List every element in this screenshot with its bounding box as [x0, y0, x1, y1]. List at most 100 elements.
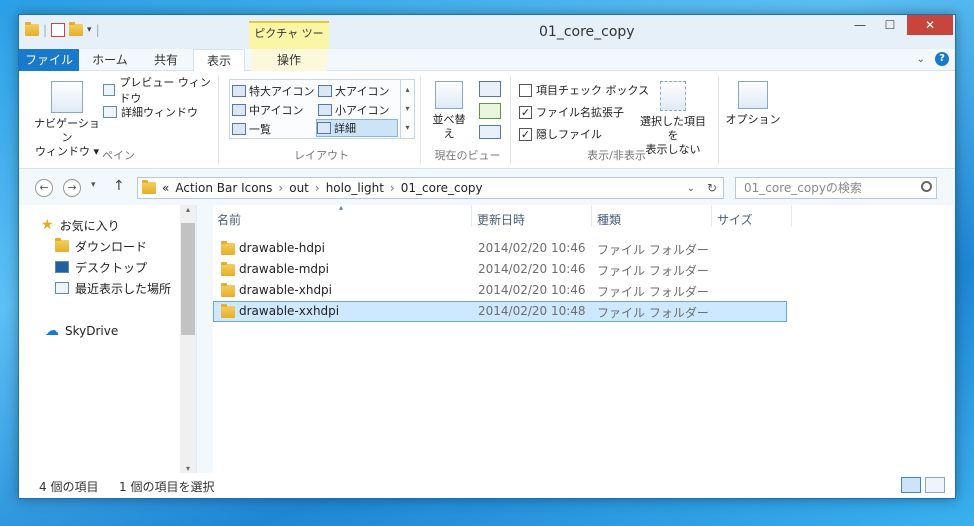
cloud-icon: ☁: [45, 323, 59, 339]
hide-selected-items-button[interactable]: 選択した項目を 表示しない: [635, 81, 711, 157]
folder-icon: [142, 180, 156, 194]
breadcrumb-01-core-copy[interactable]: 01_core_copy: [401, 181, 483, 195]
search-input[interactable]: 01_core_copyの検索: [735, 177, 937, 199]
address-dropdown-icon[interactable]: ⌄: [687, 183, 695, 194]
column-header-name[interactable]: 名前: [217, 211, 241, 228]
hidden-items-option[interactable]: ✓ 隠しファイル: [519, 125, 602, 143]
scroll-down-icon[interactable]: ▾: [180, 464, 196, 473]
file-name: drawable-hdpi: [239, 241, 325, 255]
tab-share[interactable]: 共有: [139, 49, 193, 71]
breadcrumb-separator[interactable]: ›: [390, 181, 395, 195]
breadcrumb-separator[interactable]: ›: [278, 181, 283, 195]
layout-gallery: 特大アイコン 大アイコン 中アイコン 小アイコン 一覧 詳細 ▴ ▾ ▾: [229, 79, 415, 139]
tab-file[interactable]: ファイル: [19, 49, 79, 71]
details-icon: [317, 122, 331, 134]
options-button[interactable]: オプション: [725, 81, 781, 127]
folder-icon: [221, 241, 235, 255]
group-label-show-hide: 表示/非表示: [587, 149, 646, 162]
nav-item-downloads[interactable]: ダウンロード: [55, 236, 147, 256]
address-bar[interactable]: « Action Bar Icons › out › holo_light › …: [137, 177, 724, 199]
forward-button[interactable]: →: [63, 179, 81, 197]
size-columns-icon[interactable]: [479, 125, 501, 139]
sort-ascending-icon: ▴: [339, 203, 344, 212]
tab-home[interactable]: ホーム: [81, 49, 139, 71]
file-type: ファイル フォルダー: [597, 306, 709, 320]
layout-list[interactable]: 一覧: [232, 120, 271, 138]
large-icons-view-button[interactable]: [925, 477, 945, 493]
column-divider: [711, 205, 712, 227]
up-arrow-icon[interactable]: ↑: [113, 178, 125, 194]
new-folder-icon[interactable]: [69, 22, 84, 36]
scrollbar-thumb[interactable]: [181, 223, 195, 335]
folder-icon: [221, 283, 235, 297]
current-view-group: 並べ替え 現在のビュー: [425, 75, 511, 165]
preview-pane-icon: [103, 84, 116, 96]
breadcrumb-out[interactable]: out: [289, 181, 309, 195]
file-name: drawable-xhdpi: [239, 283, 333, 297]
list-icon: [232, 123, 246, 135]
desktop-icon: [55, 261, 69, 273]
column-header-type[interactable]: 種類: [597, 211, 621, 228]
column-header-date[interactable]: 更新日時: [477, 211, 525, 228]
back-button[interactable]: ←: [35, 179, 53, 197]
add-columns-icon[interactable]: [479, 103, 501, 119]
help-icon[interactable]: ?: [935, 52, 949, 66]
refresh-icon[interactable]: ↻: [707, 181, 717, 195]
search-icon[interactable]: [921, 181, 932, 192]
close-button[interactable]: ✕: [907, 15, 953, 35]
item-checkboxes-checkbox[interactable]: [519, 83, 532, 97]
folder-icon[interactable]: [25, 22, 39, 36]
table-row-selected[interactable]: drawable-xxhdpi 2014/02/20 10:48 ファイル フォ…: [213, 301, 787, 322]
layout-extra-large-icons[interactable]: 特大アイコン: [232, 82, 314, 100]
column-divider: [791, 205, 792, 227]
navigation-pane: ★ お気に入り ダウンロード デスクトップ 最近表示した場所 ☁ SkyDriv…: [19, 205, 197, 473]
chevron-down-icon[interactable]: ▾: [87, 25, 92, 35]
pane-group: ナビゲーション ウィンドウ ▾ プレビュー ウィンドウ 詳細ウィンドウ ペイン: [19, 75, 219, 165]
large-icons-icon: [318, 85, 332, 97]
file-type: ファイル フォルダー: [597, 264, 709, 278]
details-pane-button[interactable]: 詳細ウィンドウ: [103, 103, 198, 121]
expand-ribbon-icon[interactable]: ⌄: [917, 54, 925, 65]
preview-pane-button[interactable]: プレビュー ウィンドウ: [103, 76, 218, 105]
nav-item-skydrive[interactable]: ☁ SkyDrive: [45, 321, 118, 341]
hidden-items-checkbox[interactable]: ✓: [519, 127, 532, 141]
nav-item-desktop[interactable]: デスクトップ: [55, 257, 147, 277]
sort-icon: [435, 81, 463, 109]
tab-manage[interactable]: 操作: [251, 49, 327, 71]
details-view-button[interactable]: [901, 477, 921, 493]
breadcrumb-action-bar-icons[interactable]: Action Bar Icons: [175, 181, 272, 195]
table-row[interactable]: drawable-mdpi 2014/02/20 10:46 ファイル フォルダ…: [213, 259, 787, 280]
properties-icon[interactable]: [51, 23, 66, 37]
sort-by-button[interactable]: 並べ替え: [429, 81, 469, 141]
folder-icon: [221, 262, 235, 276]
scroll-up-icon[interactable]: ▴: [180, 205, 196, 214]
details-pane-icon: [103, 106, 117, 118]
layout-scroll[interactable]: ▴ ▾ ▾: [400, 80, 414, 138]
item-checkboxes-option[interactable]: 項目チェック ボックス: [519, 81, 649, 99]
file-extensions-checkbox[interactable]: ✓: [519, 105, 532, 119]
layout-medium-icons[interactable]: 中アイコン: [232, 101, 303, 119]
nav-item-favorites[interactable]: ★ お気に入り: [41, 215, 120, 235]
breadcrumb-overflow[interactable]: «: [162, 181, 169, 195]
breadcrumb-separator[interactable]: ›: [315, 181, 320, 195]
file-extensions-option[interactable]: ✓ ファイル名拡張子: [519, 103, 624, 121]
table-row[interactable]: drawable-xhdpi 2014/02/20 10:46 ファイル フォル…: [213, 280, 787, 301]
layout-small-icons[interactable]: 小アイコン: [318, 101, 389, 119]
layout-large-icons[interactable]: 大アイコン: [318, 82, 389, 100]
group-by-icon[interactable]: [479, 81, 501, 97]
breadcrumb-holo-light[interactable]: holo_light: [326, 181, 384, 195]
minimize-button[interactable]: —: [845, 15, 875, 35]
file-date: 2014/02/20 10:48: [478, 304, 586, 318]
maximize-button[interactable]: ☐: [875, 15, 905, 35]
recent-locations-icon[interactable]: ▾: [91, 180, 96, 190]
column-header-size[interactable]: サイズ: [717, 211, 753, 228]
layout-details[interactable]: 詳細: [316, 119, 398, 137]
ribbon: ナビゲーション ウィンドウ ▾ プレビュー ウィンドウ 詳細ウィンドウ ペイン …: [19, 71, 955, 169]
hide-items-icon: [660, 81, 686, 111]
table-row[interactable]: drawable-hdpi 2014/02/20 10:46 ファイル フォルダ…: [213, 238, 787, 259]
tab-view[interactable]: 表示: [193, 49, 245, 72]
nav-pane-scrollbar[interactable]: ▴ ▾: [180, 205, 196, 473]
layout-group: 特大アイコン 大アイコン 中アイコン 小アイコン 一覧 詳細 ▴ ▾ ▾ レイア…: [223, 75, 421, 165]
picture-tools-label: ピクチャ ツール: [249, 21, 329, 62]
nav-item-recent-places[interactable]: 最近表示した場所: [55, 278, 171, 298]
